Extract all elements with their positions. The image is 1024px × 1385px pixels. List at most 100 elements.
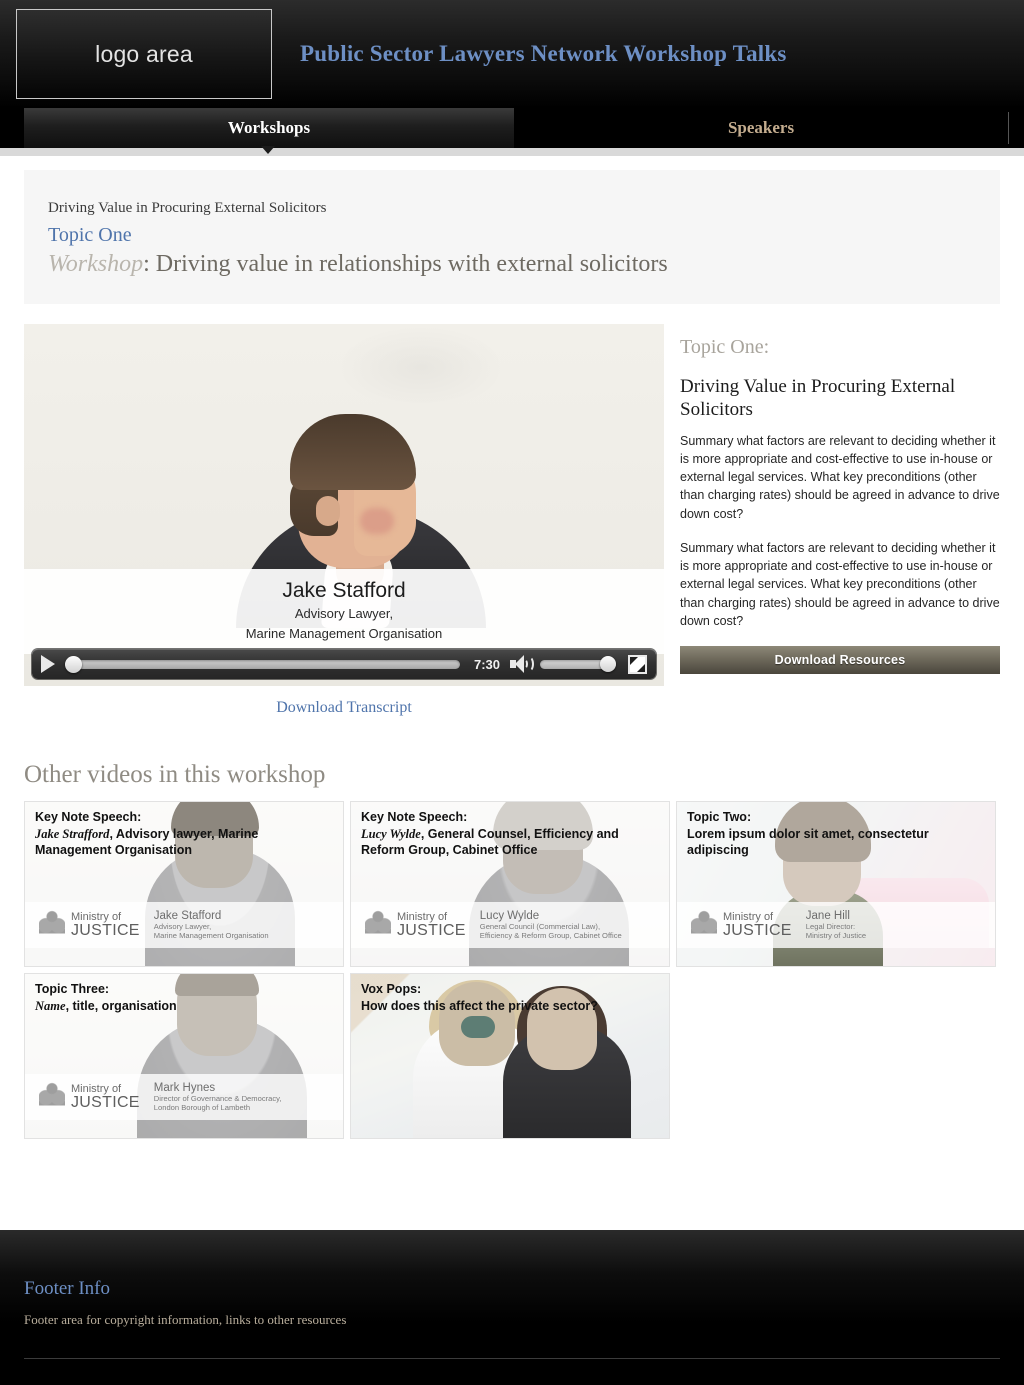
caption-speaker-role-1: Advisory Lawyer,: [294, 606, 394, 622]
caption-speaker-name: Jake Stafford: [282, 579, 406, 603]
thumbnail-person1-necklace: [461, 1016, 495, 1039]
moj-line2: JUSTICE: [723, 921, 792, 939]
thumbnail-label-line1: Vox Pops:: [361, 982, 422, 997]
thumbnail-person: Jane Hill Legal Director: Ministry of Ju…: [806, 910, 866, 941]
thumbnail-person-name: Jane Hill: [805, 909, 850, 922]
thumbnail-label-rest: Lorem ipsum dolor sit amet, consectetur …: [687, 826, 929, 857]
thumbnail-lower-third: Ministry of JUSTICE Lucy Wylde General C…: [351, 902, 669, 949]
tab-speakers-label: Speakers: [727, 118, 795, 137]
thumbnail-person: Jake Stafford Advisory Lawyer, Marine Ma…: [154, 910, 269, 941]
download-resources-button[interactable]: Download Resources: [680, 646, 1000, 675]
video-player[interactable]: Jake Stafford Advisory Lawyer, Marine Ma…: [24, 324, 664, 687]
footer-title: Footer Info: [24, 1278, 111, 1299]
tab-workshops[interactable]: Workshops: [24, 108, 514, 148]
seek-track: [65, 659, 460, 669]
thumbnail-person: Mark Hynes Director of Governance & Demo…: [154, 1082, 282, 1113]
side-paragraph-2: Summary what factors are relevant to dec…: [680, 540, 1000, 628]
seek-handle[interactable]: [65, 656, 82, 674]
thumbnail-label: Key Note Speech: Lucy Wylde, General Cou…: [361, 809, 659, 858]
thumbnail-person-role-2: Marine Management Organisation: [153, 931, 269, 941]
header-rule: [0, 148, 1024, 156]
logo-area[interactable]: logo area: [16, 9, 272, 99]
video-thumbnail[interactable]: Vox Pops: How does this affect the priva…: [350, 973, 670, 1140]
workshop-title-block: Driving Value in Procuring External Soli…: [24, 170, 1000, 305]
thumbnail-person-name: Jake Stafford: [153, 909, 222, 922]
footer-text: Footer area for copyright information, l…: [24, 1312, 347, 1327]
moj-line2: JUSTICE: [71, 921, 140, 939]
thumbnail-lower-third: Ministry of JUSTICE Jake Stafford Adviso…: [25, 902, 343, 949]
video-still-cheek: [360, 508, 394, 535]
thumbnail-label-italic: Name: [35, 998, 66, 1013]
time-remaining: 7:30: [473, 656, 500, 672]
thumbnail-label-line1: Topic Three:: [35, 982, 110, 997]
thumbnail-label: Topic Two: Lorem ipsum dolor sit amet, c…: [687, 809, 985, 858]
video-thumbnail[interactable]: Key Note Speech: Lucy Wylde, General Cou…: [350, 801, 670, 968]
tab-right-spacer: [1009, 108, 1024, 148]
topic-label: Topic One: [48, 223, 132, 246]
thumbnail-label-italic: Jake Strafford: [35, 826, 110, 841]
side-paragraph-1: Summary what factors are relevant to dec…: [680, 433, 1000, 521]
site-title: Public Sector Lawyers Network Workshop T…: [300, 41, 787, 66]
volume-slider[interactable]: [540, 656, 616, 673]
site-header: logo area Public Sector Lawyers Network …: [0, 0, 1024, 108]
main-row: Jake Stafford Advisory Lawyer, Marine Ma…: [24, 324, 1000, 717]
seek-slider[interactable]: [65, 656, 460, 674]
thumbnail-person-role-2: London Borough of Lambeth: [153, 1103, 251, 1113]
thumbnail-label-rest: , title, organisation: [65, 998, 177, 1013]
tab-speakers[interactable]: Speakers: [514, 108, 1008, 148]
active-tab-caret-icon: [261, 146, 275, 154]
volume-handle[interactable]: [600, 656, 616, 673]
thumbnail-lower-third: Ministry of JUSTICE Mark Hynes Director …: [25, 1074, 343, 1121]
royal-crest-icon: [39, 910, 65, 941]
video-thumbnail[interactable]: Key Note Speech: Jake Strafford, Advisor…: [24, 801, 344, 968]
caption-speaker-role-2: Marine Management Organisation: [245, 625, 443, 641]
logo-label: logo area: [95, 40, 193, 67]
main-nav-tabs: Workshops Speakers: [0, 108, 1024, 148]
speaker-icon-wave-2: [524, 656, 534, 673]
thumbnail-label-rest: How does this affect the private sector?: [361, 998, 598, 1013]
royal-crest-icon: [39, 1082, 65, 1113]
ministry-of-justice-logo: Ministry of JUSTICE: [39, 1082, 140, 1113]
thumbnail-label: Key Note Speech: Jake Strafford, Advisor…: [35, 809, 333, 858]
side-topic-kicker: Topic One:: [680, 336, 770, 359]
page-content: Driving Value in Procuring External Soli…: [0, 170, 1024, 1140]
page-title-italic: Workshop: [48, 250, 144, 277]
royal-crest-icon: [691, 910, 717, 941]
ministry-of-justice-logo: Ministry of JUSTICE: [365, 910, 466, 941]
page-title-rest: : Driving value in relationships with ex…: [143, 250, 668, 277]
royal-crest-icon: [365, 910, 391, 941]
other-videos-heading: Other videos in this workshop: [24, 761, 326, 789]
thumbnail-label-line1: Topic Two:: [687, 810, 752, 825]
thumbnail-person-name: Lucy Wylde: [479, 909, 540, 922]
page-title: Workshop: Driving value in relationships…: [48, 250, 976, 279]
video-column: Jake Stafford Advisory Lawyer, Marine Ma…: [24, 324, 664, 717]
speaker-icon[interactable]: [510, 655, 534, 674]
fullscreen-icon[interactable]: [628, 654, 647, 674]
site-footer: Footer Info Footer area for copyright in…: [0, 1230, 1024, 1385]
tab-workshops-label: Workshops: [227, 118, 311, 137]
download-transcript-link[interactable]: Download Transcript: [24, 699, 664, 717]
thumbnail-label: Topic Three: Name, title, organisation: [35, 981, 333, 1014]
topic-details-panel: Topic One: Driving Value in Procuring Ex…: [680, 324, 1000, 717]
video-thumbnail[interactable]: Topic Two: Lorem ipsum dolor sit amet, c…: [676, 801, 996, 968]
video-controls-bar: 7:30: [32, 649, 656, 680]
video-thumbnail[interactable]: Topic Three: Name, title, organisation M…: [24, 973, 344, 1140]
thumbnail-person-role-2: Efficiency & Reform Group, Cabinet Offic…: [479, 931, 622, 941]
thumbnail-label: Vox Pops: How does this affect the priva…: [361, 981, 659, 1014]
play-icon[interactable]: [41, 655, 55, 674]
video-still-ear: [316, 496, 340, 527]
thumbnail-label-line1: Key Note Speech:: [361, 810, 468, 825]
thumbnail-person: Lucy Wylde General Council (Commercial L…: [480, 910, 622, 941]
other-videos-grid: Key Note Speech: Jake Strafford, Advisor…: [24, 801, 1000, 1140]
ministry-of-justice-logo: Ministry of JUSTICE: [691, 910, 792, 941]
thumbnail-person-role-2: Ministry of Justice: [805, 931, 867, 941]
tab-left-spacer: [0, 108, 24, 148]
moj-line2: JUSTICE: [71, 1093, 140, 1111]
thumbnail-lower-third: Ministry of JUSTICE Jane Hill Legal Dire…: [677, 902, 995, 949]
moj-line2: JUSTICE: [397, 921, 466, 939]
footer-divider: [24, 1358, 1000, 1359]
ministry-of-justice-logo: Ministry of JUSTICE: [39, 910, 140, 941]
thumbnail-person-name: Mark Hynes: [153, 1081, 216, 1094]
thumbnail-label-italic: Lucy Wylde: [361, 826, 421, 841]
breadcrumb: Driving Value in Procuring External Soli…: [48, 200, 327, 216]
